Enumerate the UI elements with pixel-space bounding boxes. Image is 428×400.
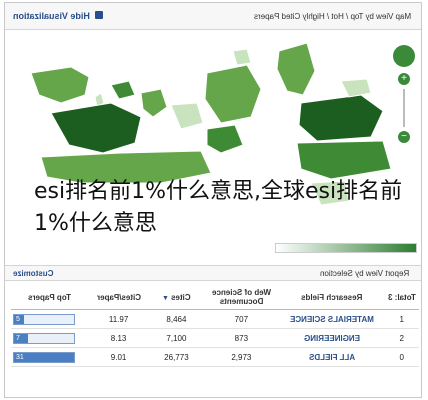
cites-cell: 26,773 <box>149 347 204 367</box>
rank-cell: 1 <box>384 309 419 329</box>
table-row[interactable]: 7 8.13 7,100 873 ENGINEERING 2 <box>11 328 419 348</box>
col-cites-per-paper[interactable]: Cites/Paper <box>88 285 150 310</box>
region-middle-east <box>170 102 204 130</box>
field-link[interactable]: ALL FIELDS <box>309 353 355 362</box>
cites-cell: 7,100 <box>149 328 204 348</box>
field-cell[interactable]: ALL FIELDS <box>278 347 385 367</box>
field-link[interactable]: MATERIALS SCIENCE <box>290 315 374 324</box>
map-title: Map View by Top / Hot / Highly Cited Pap… <box>253 12 411 21</box>
table-row[interactable]: 31 9.01 26,773 2,973 ALL FIELDS 0 <box>11 347 419 367</box>
col-total: Total: 3 <box>384 285 419 310</box>
pan-control-icon[interactable] <box>393 45 415 67</box>
watermark-overlay-text: esi排名前1%什么意思,全球esi排名前1%什么意思 <box>34 179 403 236</box>
rank-cell: 2 <box>384 328 419 348</box>
zoom-in-icon[interactable]: + <box>398 73 410 85</box>
top-papers-bar: 5 <box>13 313 75 325</box>
map-color-legend <box>275 243 417 253</box>
documents-cell: 707 <box>203 309 279 329</box>
region-africa <box>204 64 262 124</box>
region-mexico <box>340 78 372 98</box>
col-cites[interactable]: ▼ Cites <box>149 285 204 310</box>
documents-cell: 2,973 <box>203 347 279 367</box>
region-southeast-asia <box>110 80 136 100</box>
documents-cell: 873 <box>203 328 279 348</box>
hide-icon[interactable] <box>95 11 103 19</box>
cites-per-paper-cell: 8.13 <box>88 328 150 348</box>
hide-visualization-link[interactable]: Hide Visualization <box>13 11 90 21</box>
region-australia <box>30 66 90 104</box>
rank-cell: 0 <box>384 347 419 367</box>
top-papers-value: 31 <box>16 353 24 361</box>
col-research-fields[interactable]: Research Fields <box>278 285 385 310</box>
report-title: Report View by Selection <box>319 269 409 278</box>
region-canada <box>296 140 392 180</box>
map-zoom-controls: + − <box>393 45 415 145</box>
region-china <box>50 102 142 154</box>
visualization-toolbar: Hide Visualization Map View by Top / Hot… <box>5 3 421 30</box>
customize-link[interactable]: Customize <box>13 269 53 278</box>
region-usa <box>298 94 384 142</box>
field-cell[interactable]: MATERIALS SCIENCE <box>278 309 385 329</box>
region-india <box>140 88 168 118</box>
report-header-row: Top Papers Cites/Paper ▼ Cites Web of Sc… <box>11 285 419 310</box>
report-header: Customize Report View by Selection <box>5 265 421 281</box>
top-papers-bar: 7 <box>13 332 75 344</box>
cites-per-paper-cell: 9.01 <box>88 347 150 367</box>
field-link[interactable]: ENGINEERING <box>304 334 360 343</box>
region-south-africa <box>232 48 252 66</box>
col-top-papers[interactable]: Top Papers <box>11 285 89 310</box>
field-cell[interactable]: ENGINEERING <box>278 328 385 348</box>
zoom-slider[interactable] <box>403 89 405 127</box>
zoom-out-icon[interactable]: − <box>398 131 410 143</box>
top-papers-cell: 7 <box>11 328 89 348</box>
cites-per-paper-cell: 11.97 <box>88 309 150 329</box>
top-papers-bar: 31 <box>13 351 75 363</box>
top-papers-cell: 31 <box>11 347 89 367</box>
top-papers-value: 5 <box>16 315 20 323</box>
top-papers-cell: 5 <box>11 309 89 329</box>
region-europe <box>206 124 244 154</box>
cites-cell: 8,464 <box>149 309 204 329</box>
sort-desc-icon[interactable]: ▼ <box>162 295 169 302</box>
table-row[interactable]: 5 11.97 8,464 707 MATERIALS SCIENCE 1 <box>11 309 419 329</box>
top-papers-value: 7 <box>16 334 20 342</box>
col-wos-documents[interactable]: Web of Science Documents <box>203 285 279 310</box>
region-south-america <box>276 42 316 96</box>
report-table: Top Papers Cites/Paper ▼ Cites Web of Sc… <box>11 285 419 367</box>
